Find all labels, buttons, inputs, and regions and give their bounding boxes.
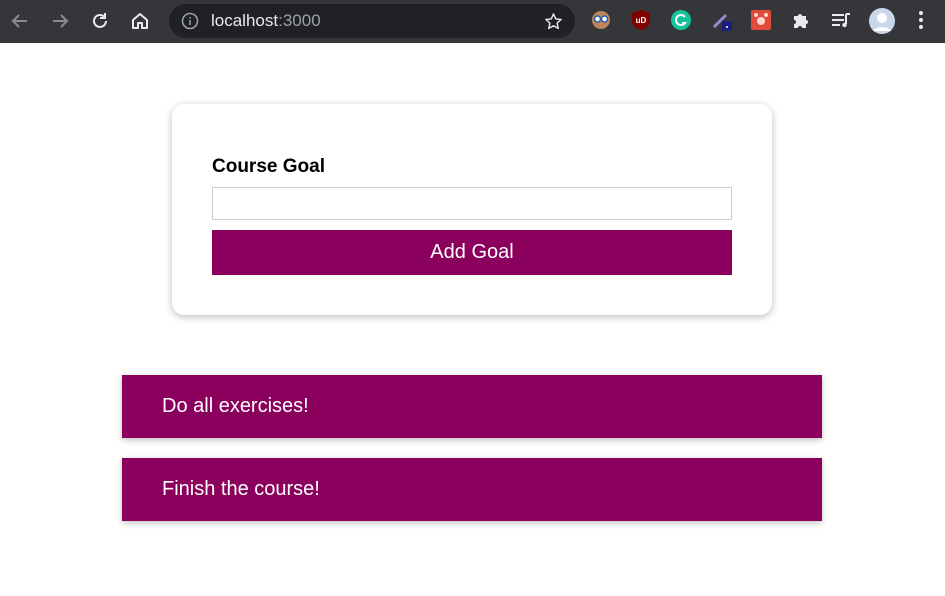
ublock-icon[interactable]: uD: [630, 9, 652, 31]
arrow-left-icon: [11, 14, 27, 28]
grammarly-icon[interactable]: [670, 9, 692, 31]
pen-extension-icon[interactable]: [710, 9, 732, 31]
goal-item[interactable]: Do all exercises!: [122, 375, 822, 438]
url-text[interactable]: localhost:3000: [211, 12, 321, 30]
browser-toolbar: localhost:3000 uD: [0, 0, 945, 43]
home-button[interactable]: [124, 5, 156, 37]
course-goal-label: Course Goal: [212, 156, 325, 177]
star-icon[interactable]: [544, 12, 563, 31]
url-port: :3000: [278, 11, 321, 30]
goal-item-text: Do all exercises!: [162, 395, 309, 417]
forward-button[interactable]: [44, 5, 76, 37]
back-button[interactable]: [4, 5, 36, 37]
address-bar[interactable]: localhost:3000: [169, 4, 575, 38]
arrow-right-icon: [53, 14, 69, 28]
profile-avatar[interactable]: [868, 7, 896, 35]
reload-icon: [93, 13, 107, 28]
info-icon[interactable]: [181, 12, 199, 30]
course-goal-input[interactable]: [212, 187, 732, 220]
playlist-icon[interactable]: [830, 9, 852, 31]
screenshot-extension-icon[interactable]: [750, 9, 772, 31]
reload-button[interactable]: [84, 5, 116, 37]
goal-item-text: Finish the course!: [162, 478, 320, 500]
kebab-menu-icon[interactable]: [910, 9, 932, 31]
url-host: localhost: [211, 11, 279, 30]
home-icon: [132, 13, 148, 29]
add-goal-button[interactable]: Add Goal: [212, 230, 732, 275]
goal-item[interactable]: Finish the course!: [122, 458, 822, 521]
extension-glasses-icon[interactable]: [590, 9, 612, 31]
svg-text:uD: uD: [636, 16, 647, 25]
puzzle-icon[interactable]: [790, 9, 812, 31]
goal-form-card: Course Goal Add Goal: [172, 104, 772, 315]
